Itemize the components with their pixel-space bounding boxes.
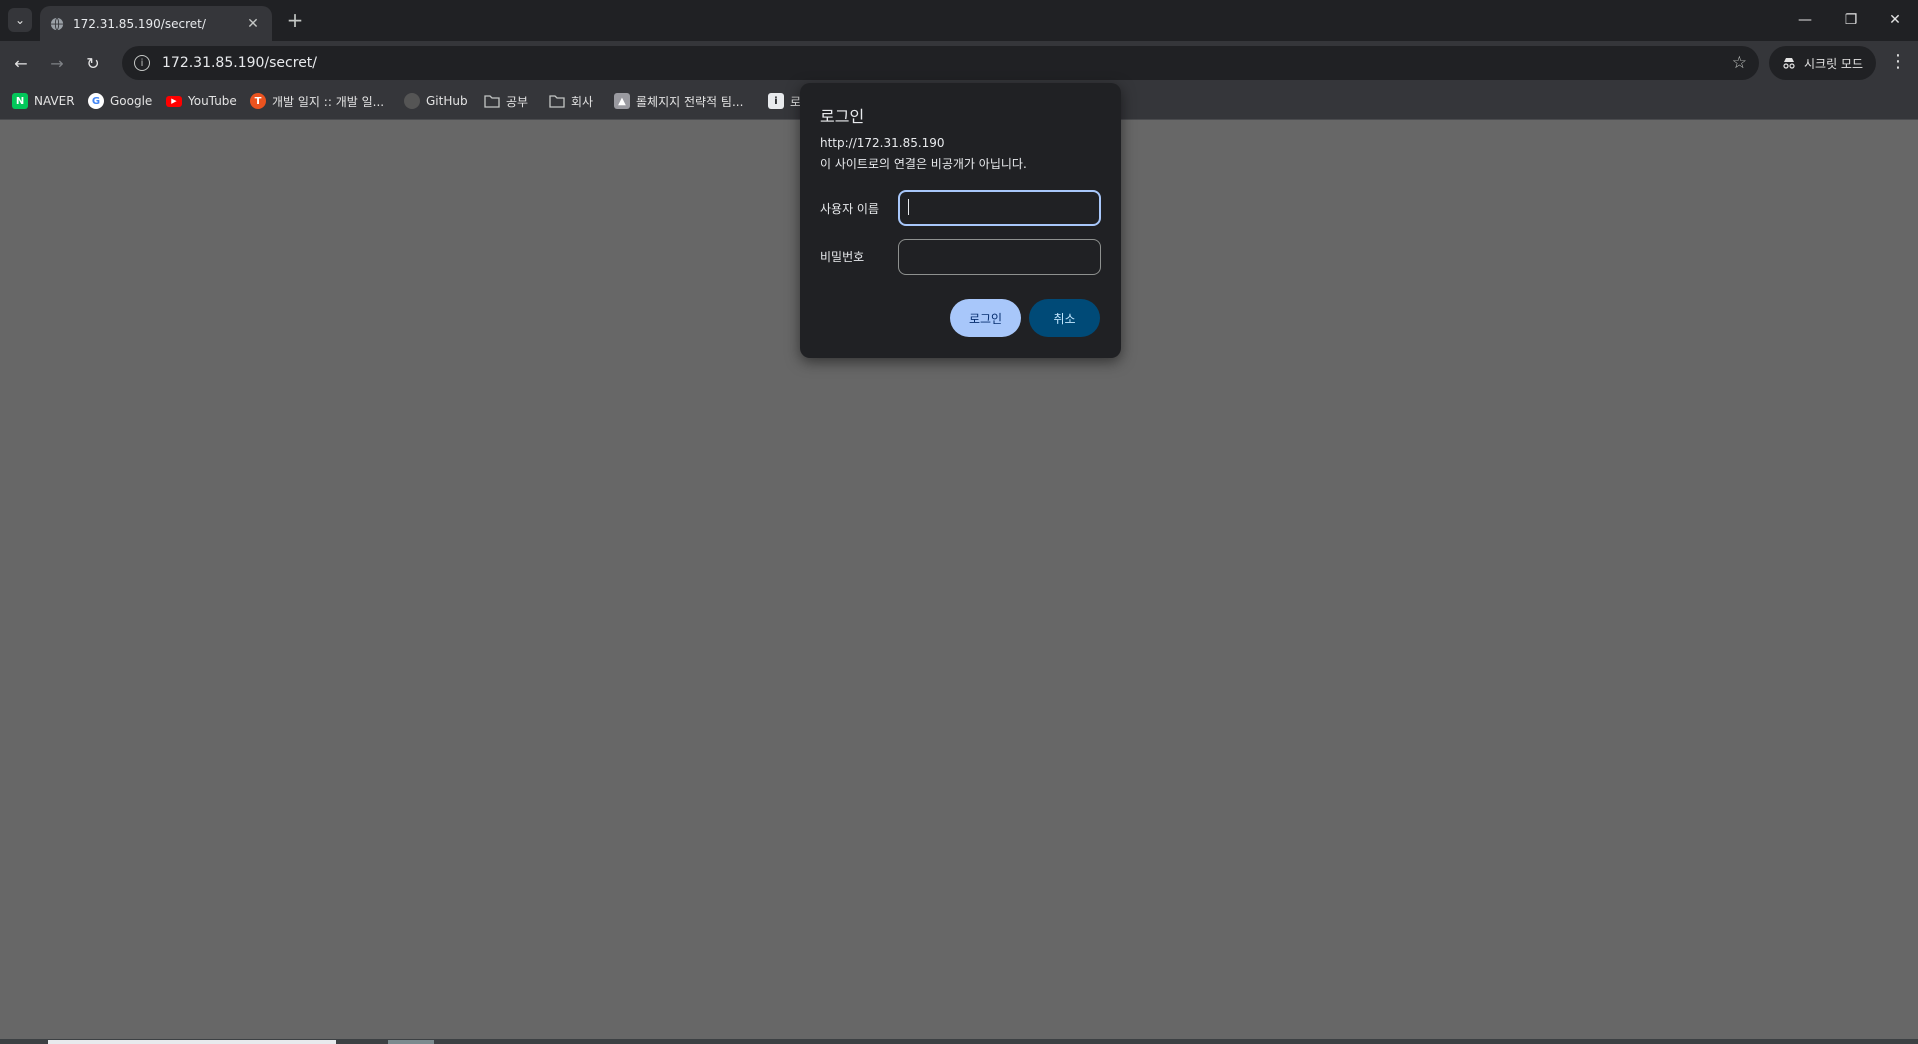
- globe-icon: [50, 17, 64, 30]
- bookmark-label: GitHub: [426, 94, 468, 108]
- arrow-right-icon: →: [50, 53, 64, 73]
- dialog-origin: http://172.31.85.190: [820, 136, 945, 150]
- incognito-label: 시크릿 모드: [1803, 56, 1863, 71]
- bookmark-label: 회사: [571, 94, 594, 109]
- site-info-icon[interactable]: i: [134, 55, 150, 71]
- bookmark-folder-company[interactable]: 회사: [549, 89, 593, 113]
- github-icon: [404, 93, 420, 109]
- google-icon: G: [88, 93, 104, 109]
- address-bar[interactable]: i 172.31.85.190/secret/ ☆: [122, 46, 1759, 80]
- tab-strip: ⌄ 172.31.85.190/secret/ ✕ + — ❐ ✕: [0, 0, 1918, 41]
- username-label: 사용자 이름: [820, 202, 880, 216]
- toolbar: ← → ↻ i 172.31.85.190/secret/ ☆ 시크릿 모드 ⋮: [0, 41, 1918, 83]
- bookmark-label: NAVER: [34, 94, 75, 108]
- tab-title: 172.31.85.190/secret/: [73, 16, 206, 31]
- tistory-icon: T: [250, 93, 266, 109]
- reload-button[interactable]: ↻: [80, 50, 106, 76]
- login-button[interactable]: 로그인: [950, 299, 1021, 337]
- youtube-icon: ▶: [166, 95, 182, 107]
- password-label: 비밀번호: [820, 250, 865, 264]
- username-field[interactable]: [898, 190, 1101, 226]
- tab-close-icon[interactable]: ✕: [244, 16, 262, 32]
- bookmark-dev-journal[interactable]: T 개발 일지 :: 개발 일...: [250, 89, 384, 113]
- minimize-button[interactable]: —: [1782, 0, 1828, 40]
- chevron-down-icon: ⌄: [14, 13, 26, 27]
- cancel-button[interactable]: 취소: [1029, 299, 1100, 337]
- new-tab-button[interactable]: +: [283, 8, 307, 32]
- taskbar-strip: [0, 1039, 1918, 1044]
- taskbar-segment: [388, 1040, 434, 1044]
- bookmark-google[interactable]: G Google: [88, 89, 152, 113]
- dialog-title: 로그인: [820, 107, 865, 126]
- bookmark-partial[interactable]: i 로: [768, 89, 801, 113]
- incognito-icon: [1783, 58, 1795, 69]
- tab-search-button[interactable]: ⌄: [8, 8, 32, 32]
- reload-icon: ↻: [86, 53, 100, 73]
- url-text: 172.31.85.190/secret/: [162, 55, 318, 71]
- bookmark-label: 공부: [506, 94, 529, 109]
- bookmark-folder-study[interactable]: 공부: [484, 89, 528, 113]
- bookmark-label: 롤체지지 전략적 팀...: [636, 94, 744, 109]
- back-button[interactable]: ←: [8, 50, 34, 76]
- more-menu-icon[interactable]: ⋮: [1886, 50, 1910, 74]
- incognito-badge[interactable]: 시크릿 모드: [1769, 46, 1876, 80]
- restore-button[interactable]: ❐: [1828, 0, 1874, 40]
- auth-dialog: 로그인 http://172.31.85.190 이 사이트로의 연결은 비공개…: [800, 83, 1121, 358]
- arrow-left-icon: ←: [14, 53, 28, 73]
- bookmark-youtube[interactable]: ▶ YouTube: [166, 89, 237, 113]
- folder-icon: [484, 95, 500, 108]
- bookmark-label: Google: [110, 94, 153, 108]
- password-field[interactable]: [898, 239, 1101, 275]
- tab-active[interactable]: 172.31.85.190/secret/ ✕: [40, 6, 272, 41]
- bookmark-github[interactable]: GitHub: [404, 89, 468, 113]
- lolchess-icon: ▲: [614, 93, 630, 109]
- forward-button[interactable]: →: [44, 50, 70, 76]
- bookmark-lolchess[interactable]: ▲ 롤체지지 전략적 팀...: [614, 89, 743, 113]
- bookmark-naver[interactable]: N NAVER: [12, 89, 75, 113]
- naver-icon: N: [12, 93, 28, 109]
- taskbar-segment: [48, 1040, 336, 1044]
- bookmark-star-icon[interactable]: ☆: [1732, 53, 1747, 73]
- bookmark-icon: i: [768, 93, 784, 109]
- bookmark-label: 개발 일지 :: 개발 일...: [272, 94, 385, 109]
- bookmark-label: YouTube: [188, 94, 237, 108]
- dialog-warning: 이 사이트로의 연결은 비공개가 아닙니다.: [820, 157, 1027, 171]
- text-caret: [908, 199, 909, 215]
- close-window-button[interactable]: ✕: [1872, 0, 1918, 40]
- folder-icon: [549, 95, 565, 108]
